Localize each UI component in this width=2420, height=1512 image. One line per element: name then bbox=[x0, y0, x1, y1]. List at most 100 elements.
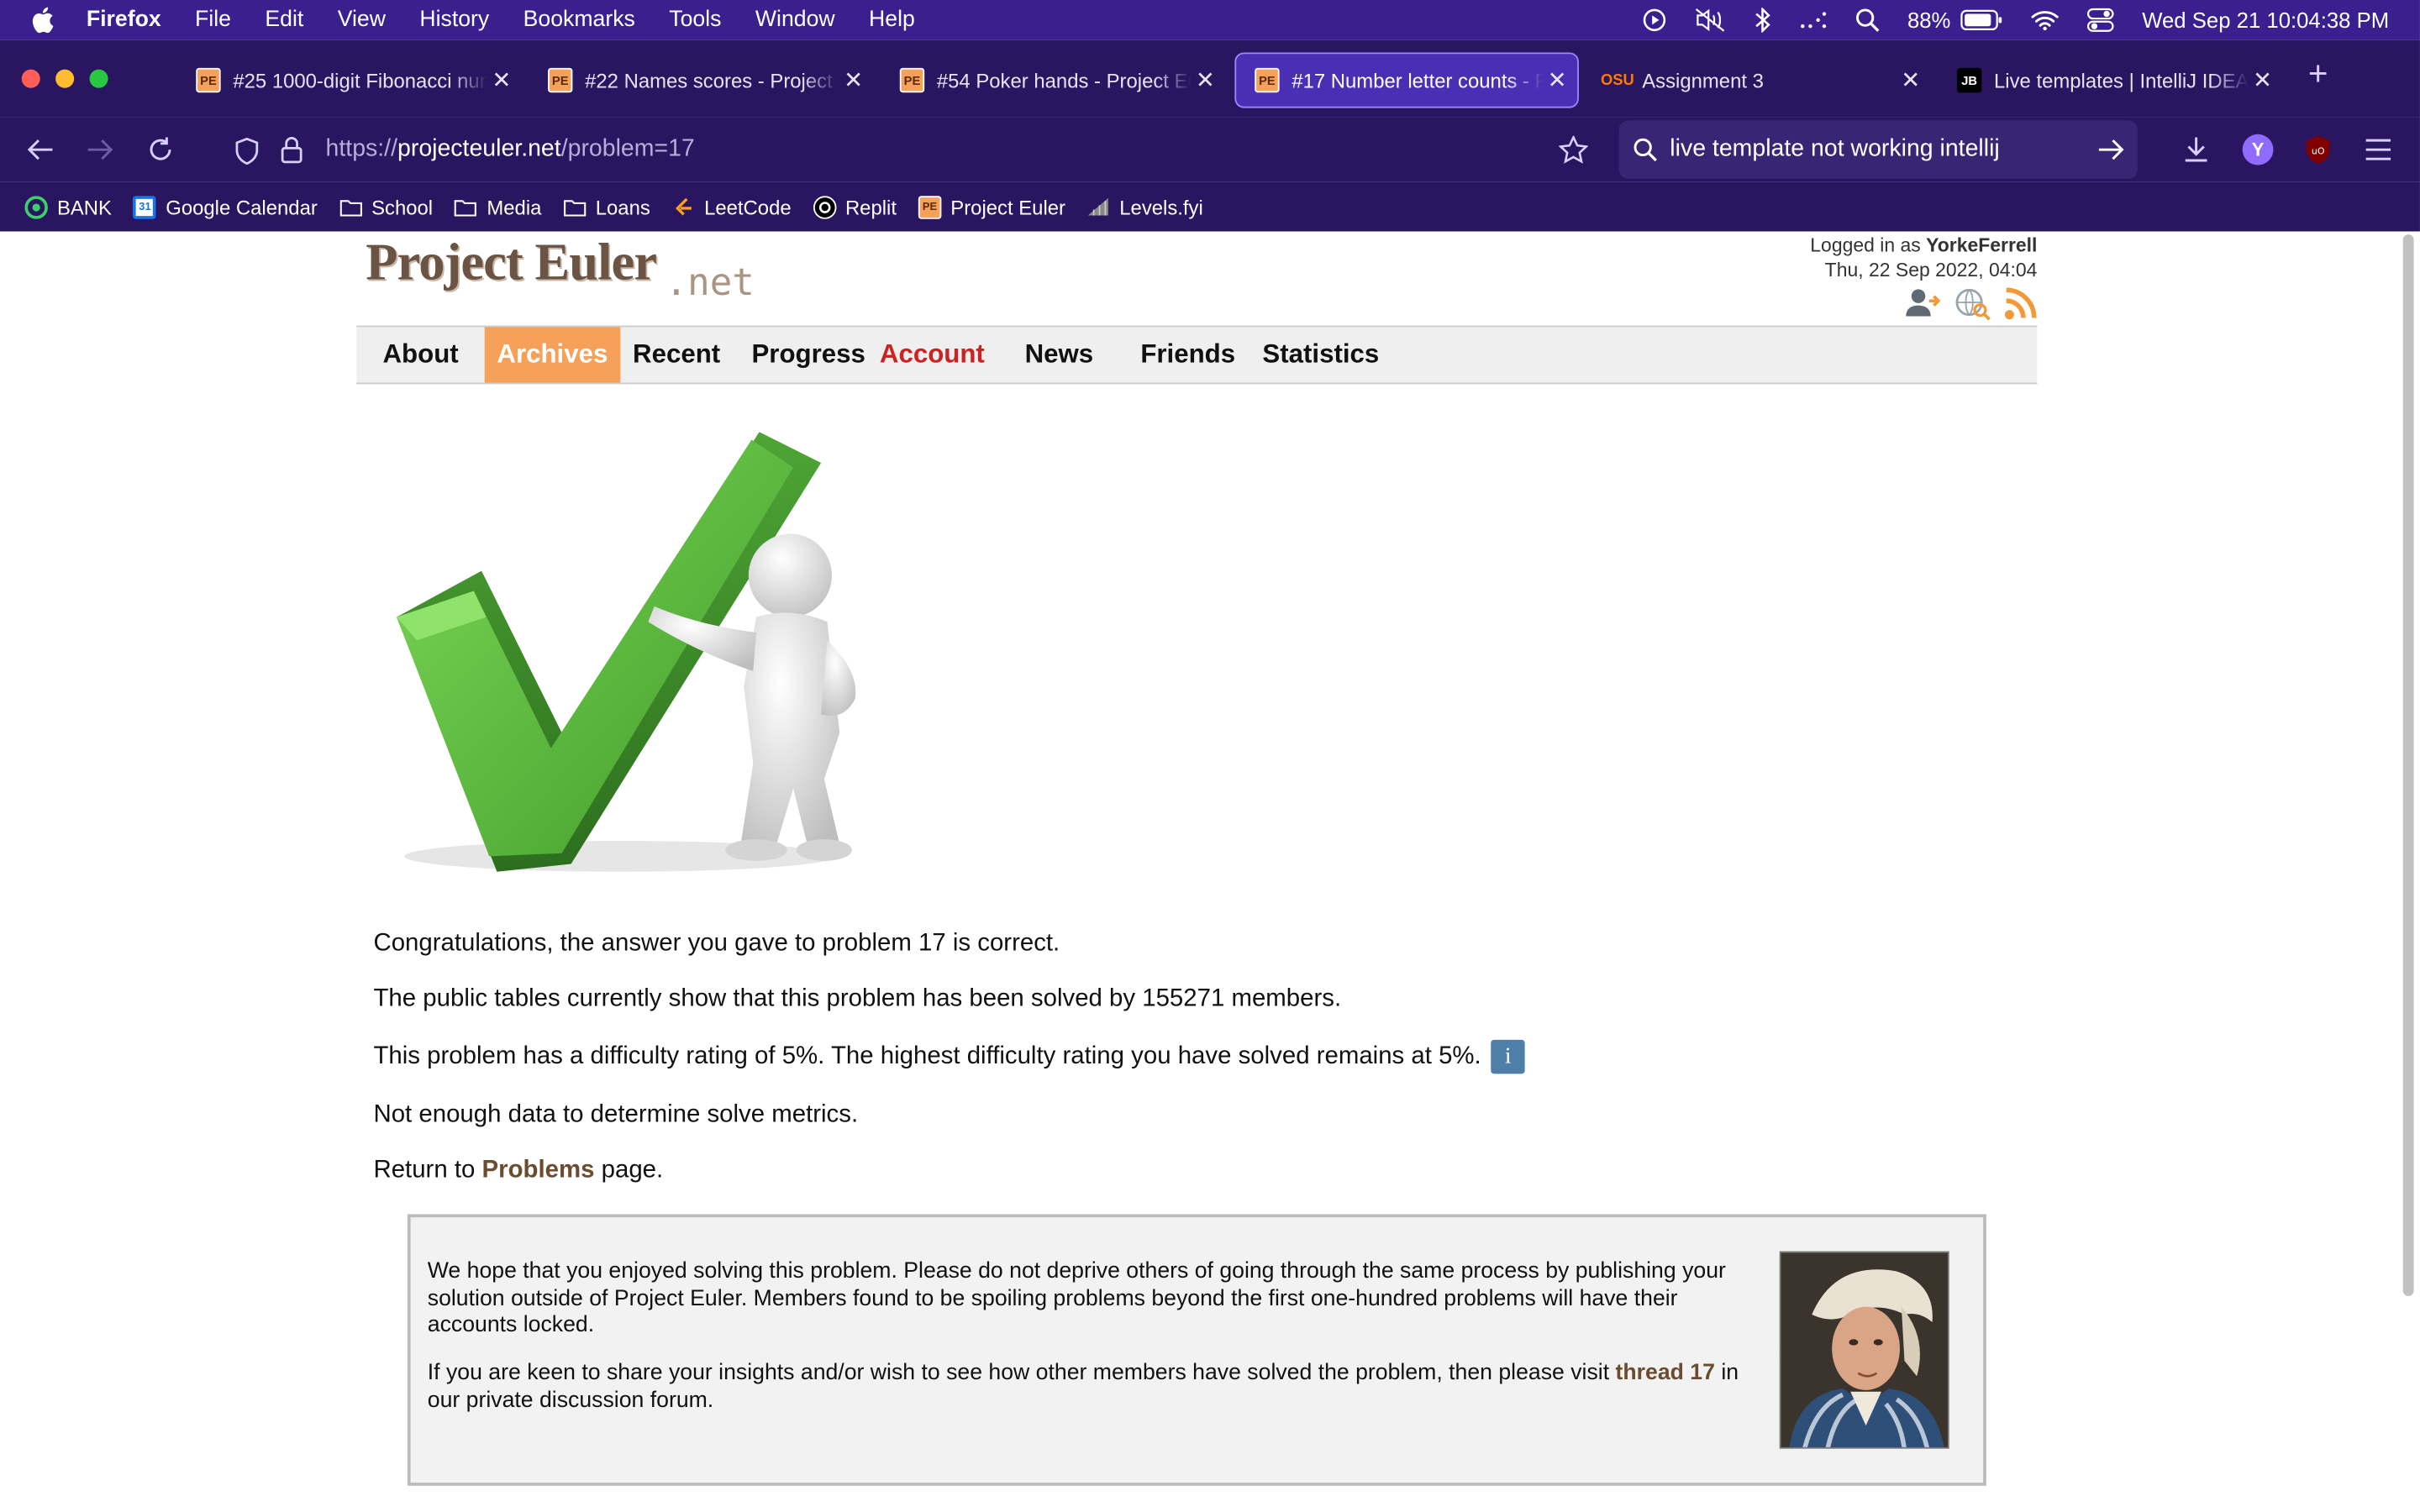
spotlight-icon[interactable] bbox=[1855, 8, 1880, 32]
play-icon[interactable] bbox=[1642, 8, 1666, 32]
battery-icon bbox=[1960, 9, 2002, 30]
menubar-clock[interactable]: Wed Sep 21 10:04:38 PM bbox=[2142, 8, 2389, 32]
congrats-text: Congratulations, the answer you gave to … bbox=[373, 930, 1060, 957]
mute-icon[interactable] bbox=[1694, 8, 1725, 32]
apple-icon[interactable] bbox=[31, 6, 59, 34]
euler-portrait-image bbox=[1779, 1251, 1949, 1449]
nav-statistics[interactable]: Statistics bbox=[1250, 327, 1392, 382]
search-go-arrow-icon[interactable] bbox=[2097, 139, 2125, 168]
tab-assignment-3[interactable]: OSU Assignment 3 ✕ bbox=[1586, 52, 1931, 108]
menu-tools[interactable]: Tools bbox=[669, 8, 721, 32]
bookmark-folder-school[interactable]: School bbox=[339, 195, 433, 218]
levels-icon bbox=[1087, 195, 1111, 218]
bookmark-star-icon[interactable] bbox=[1558, 134, 1589, 171]
forward-arrow-icon[interactable] bbox=[82, 131, 118, 168]
nav-friends[interactable]: Friends bbox=[1128, 327, 1248, 382]
globe-search-icon[interactable] bbox=[1954, 287, 1991, 329]
bookmark-folder-media[interactable]: Media bbox=[455, 195, 541, 218]
profile-initial: Y bbox=[2242, 134, 2274, 165]
search-icon bbox=[1633, 137, 1657, 170]
bookmark-google-calendar[interactable]: 31 Google Calendar bbox=[133, 195, 318, 218]
menu-file[interactable]: File bbox=[195, 8, 231, 32]
menu-window[interactable]: Window bbox=[755, 8, 835, 32]
project-euler-favicon-icon: PE bbox=[899, 67, 925, 93]
lock-icon[interactable] bbox=[281, 136, 302, 171]
status-dots-icon[interactable] bbox=[1799, 11, 1827, 29]
menu-bookmarks[interactable]: Bookmarks bbox=[523, 8, 635, 32]
back-arrow-icon[interactable] bbox=[22, 131, 59, 168]
osu-favicon-icon: OSU bbox=[1600, 71, 1634, 89]
tab-names-scores[interactable]: PE #22 Names scores - Project Euler ✕ bbox=[529, 52, 874, 108]
window-close-button[interactable] bbox=[21, 69, 40, 88]
bookmark-bank[interactable]: BANK bbox=[24, 195, 112, 218]
close-tab-icon[interactable]: ✕ bbox=[1897, 66, 1924, 94]
page-scrollbar[interactable] bbox=[2402, 234, 2414, 1296]
bookmark-folder-loans[interactable]: Loans bbox=[563, 195, 650, 218]
reload-icon[interactable] bbox=[142, 131, 179, 168]
account-user-icon[interactable] bbox=[1904, 287, 1941, 329]
tab-live-templates[interactable]: JB Live templates | IntelliJ IDEA ✕ bbox=[1939, 52, 2283, 108]
nav-account[interactable]: Account bbox=[867, 327, 997, 382]
close-tab-icon[interactable]: ✕ bbox=[2249, 66, 2276, 94]
svg-text:uO: uO bbox=[2312, 146, 2325, 157]
search-input[interactable]: live template not working intellij bbox=[1670, 136, 1999, 164]
url-text[interactable]: https://projecteuler.net/problem=17 bbox=[326, 136, 695, 164]
project-euler-logo[interactable]: Project Euler .net bbox=[366, 234, 754, 304]
close-tab-icon[interactable]: ✕ bbox=[1192, 66, 1219, 94]
navigation-bar: https://projecteuler.net/problem=17 live… bbox=[0, 117, 2420, 182]
logo-text: Project Euler bbox=[366, 234, 657, 292]
leetcode-icon bbox=[672, 195, 696, 218]
menu-firefox[interactable]: Firefox bbox=[87, 8, 161, 32]
calendar-icon: 31 bbox=[133, 195, 157, 218]
bluetooth-icon[interactable] bbox=[1753, 8, 1771, 33]
web-page: Project Euler .net Logged in as YorkeFer… bbox=[0, 231, 2420, 1512]
menu-history[interactable]: History bbox=[419, 8, 489, 32]
bookmark-levels-fyi[interactable]: Levels.fyi bbox=[1087, 195, 1203, 218]
bookmark-replit[interactable]: Replit bbox=[813, 195, 897, 218]
menu-edit[interactable]: Edit bbox=[265, 8, 303, 32]
bookmark-leetcode[interactable]: LeetCode bbox=[672, 195, 792, 218]
return-line: Return to Problems page. bbox=[373, 1157, 664, 1184]
problems-link[interactable]: Problems bbox=[482, 1158, 595, 1184]
pe-icon: PE bbox=[918, 195, 942, 218]
tab-title: #17 Number letter counts - Project Euler bbox=[1292, 68, 1543, 92]
tab-title: #22 Names scores - Project Euler bbox=[585, 68, 839, 92]
nav-archives[interactable]: Archives bbox=[484, 327, 621, 383]
wifi-icon[interactable] bbox=[2031, 9, 2059, 31]
downloads-icon[interactable] bbox=[2178, 131, 2215, 168]
nav-progress[interactable]: Progress bbox=[739, 327, 878, 382]
tab-title: Live templates | IntelliJ IDEA bbox=[1994, 68, 2249, 92]
close-tab-icon[interactable]: ✕ bbox=[487, 66, 515, 94]
tab-poker-hands[interactable]: PE #54 Poker hands - Project Euler ✕ bbox=[881, 52, 1226, 108]
shield-icon[interactable] bbox=[234, 137, 259, 172]
menu-view[interactable]: View bbox=[338, 8, 386, 32]
solved-by-text: The public tables currently show that th… bbox=[373, 985, 1342, 1012]
menu-help[interactable]: Help bbox=[869, 8, 915, 32]
username[interactable]: YorkeFerrell bbox=[1926, 234, 2037, 256]
server-datetime: Thu, 22 Sep 2022, 04:04 bbox=[1824, 259, 2038, 281]
nav-news[interactable]: News bbox=[1013, 327, 1106, 382]
bookmark-project-euler[interactable]: PE Project Euler bbox=[918, 195, 1065, 218]
window-zoom-button[interactable] bbox=[89, 69, 108, 88]
info-icon[interactable]: i bbox=[1491, 1039, 1525, 1074]
control-center-icon[interactable] bbox=[2086, 8, 2114, 32]
jetbrains-favicon-icon: JB bbox=[1956, 67, 1982, 93]
url-bar[interactable]: https://projecteuler.net/problem=17 bbox=[222, 120, 1606, 180]
profile-avatar[interactable]: Y bbox=[2239, 131, 2276, 168]
hamburger-menu-icon[interactable] bbox=[2360, 131, 2396, 168]
thread-link[interactable]: thread 17 bbox=[1616, 1361, 1715, 1385]
tab-title: #54 Poker hands - Project Euler bbox=[936, 68, 1192, 92]
rss-feed-icon[interactable] bbox=[2003, 287, 2037, 329]
tab-strip: PE #25 1000-digit Fibonacci number ✕ PE … bbox=[0, 39, 2420, 118]
ublock-icon[interactable]: uO bbox=[2300, 131, 2337, 168]
close-tab-icon[interactable]: ✕ bbox=[839, 66, 867, 94]
tab-fibonacci[interactable]: PE #25 1000-digit Fibonacci number ✕ bbox=[177, 52, 522, 108]
nav-about[interactable]: About bbox=[371, 327, 471, 382]
battery-percent: 88% bbox=[1907, 8, 1951, 33]
close-tab-icon[interactable]: ✕ bbox=[1544, 66, 1571, 94]
tab-number-letter-counts[interactable]: PE #17 Number letter counts - Project Eu… bbox=[1234, 52, 1579, 108]
nav-recent[interactable]: Recent bbox=[620, 327, 733, 382]
search-bar[interactable]: live template not working intellij bbox=[1618, 120, 2138, 180]
new-tab-plus-icon[interactable]: + bbox=[2302, 56, 2333, 90]
window-minimize-button[interactable] bbox=[55, 69, 75, 88]
